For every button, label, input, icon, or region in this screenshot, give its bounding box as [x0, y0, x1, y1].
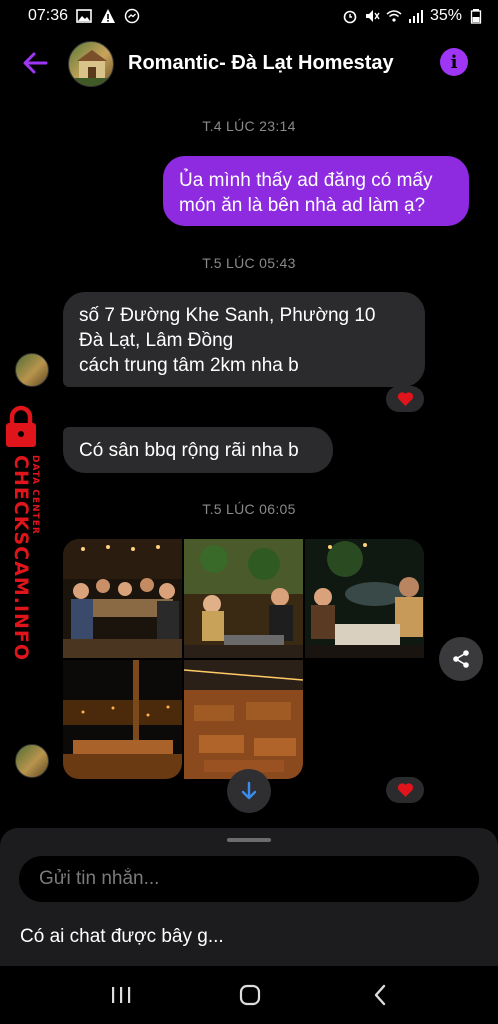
contact-name[interactable]: Romantic- Đà Lạt Homestay	[128, 52, 394, 75]
status-time: 07:36	[28, 7, 69, 24]
scroll-to-bottom-button[interactable]	[227, 769, 271, 813]
timestamp: T.5 LÚC 06:05	[202, 501, 296, 517]
message-line: số 7 Đường Khe Sanh, Phường 10	[79, 305, 376, 326]
sender-avatar[interactable]	[15, 744, 49, 778]
share-icon	[453, 650, 469, 668]
watermark: CHECKSCAM.INFO DATA CENTER	[0, 405, 60, 661]
system-nav-bar	[0, 966, 498, 1024]
message-line: cách trung tâm 2km nha b	[79, 355, 299, 376]
message-line: Ủa mình thấy ad đăng có mấy	[179, 170, 433, 191]
gallery-icon	[76, 8, 92, 24]
messenger-icon	[124, 8, 140, 24]
wifi-icon	[386, 8, 402, 24]
mute-icon	[364, 8, 380, 24]
photo-bbq-grill[interactable]	[305, 539, 424, 658]
suggested-reply[interactable]: Có ai chat được bây g...	[20, 926, 224, 948]
arrow-left-icon	[23, 52, 48, 74]
photo-bbq-garden[interactable]	[184, 539, 303, 658]
signal-icon	[408, 8, 424, 24]
warning-icon	[100, 8, 116, 24]
back-button[interactable]	[18, 46, 52, 80]
sheet-handle[interactable]	[227, 838, 271, 842]
recents-icon	[112, 987, 131, 1003]
heart-icon	[397, 783, 413, 797]
back-nav-button[interactable]	[362, 980, 398, 1010]
reaction-badge[interactable]	[386, 777, 424, 803]
photo-group-dinner[interactable]	[63, 539, 182, 658]
incoming-message[interactable]: số 7 Đường Khe Sanh, Phường 10 Đà Lạt, L…	[63, 292, 425, 387]
lock-icon	[6, 405, 36, 447]
timestamp: T.4 LÚC 23:14	[202, 118, 296, 134]
watermark-subtext: DATA CENTER	[30, 455, 40, 535]
message-input[interactable]	[19, 856, 479, 902]
info-button[interactable]: i	[440, 48, 468, 76]
reaction-badge[interactable]	[386, 386, 424, 412]
message-line: món ăn là bên nhà ad làm ạ?	[179, 195, 426, 216]
battery-percent: 35%	[429, 7, 462, 24]
home-icon	[239, 984, 261, 1006]
photo-bbq-tables[interactable]	[184, 660, 303, 779]
status-bar: 07:36 35%	[0, 0, 498, 32]
recent-apps-button[interactable]	[103, 980, 139, 1010]
composer-sheet: Có ai chat được bây g...	[0, 828, 498, 966]
message-line: Có sân bbq rộng rãi nha b	[79, 440, 299, 461]
outgoing-message[interactable]: Ủa mình thấy ad đăng có mấy món ăn là bê…	[163, 156, 469, 226]
info-icon: i	[450, 51, 458, 73]
watermark-text: CHECKSCAM.INFO	[10, 455, 32, 662]
home-button[interactable]	[232, 980, 268, 1010]
sender-avatar[interactable]	[15, 353, 49, 387]
share-button[interactable]	[439, 637, 483, 681]
timestamp: T.5 LÚC 05:43	[202, 255, 296, 271]
contact-avatar[interactable]	[68, 41, 114, 87]
message-line: Đà Lạt, Lâm Đồng	[79, 330, 234, 351]
heart-icon	[397, 392, 413, 406]
chevron-left-icon	[374, 984, 386, 1006]
battery-icon	[468, 8, 484, 24]
arrow-down-icon	[241, 781, 257, 800]
chat-header: Romantic- Đà Lạt Homestay i	[0, 32, 498, 96]
incoming-message[interactable]: Có sân bbq rộng rãi nha b	[63, 427, 333, 473]
photo-night-view[interactable]	[63, 660, 182, 779]
alarm-icon	[342, 8, 358, 24]
